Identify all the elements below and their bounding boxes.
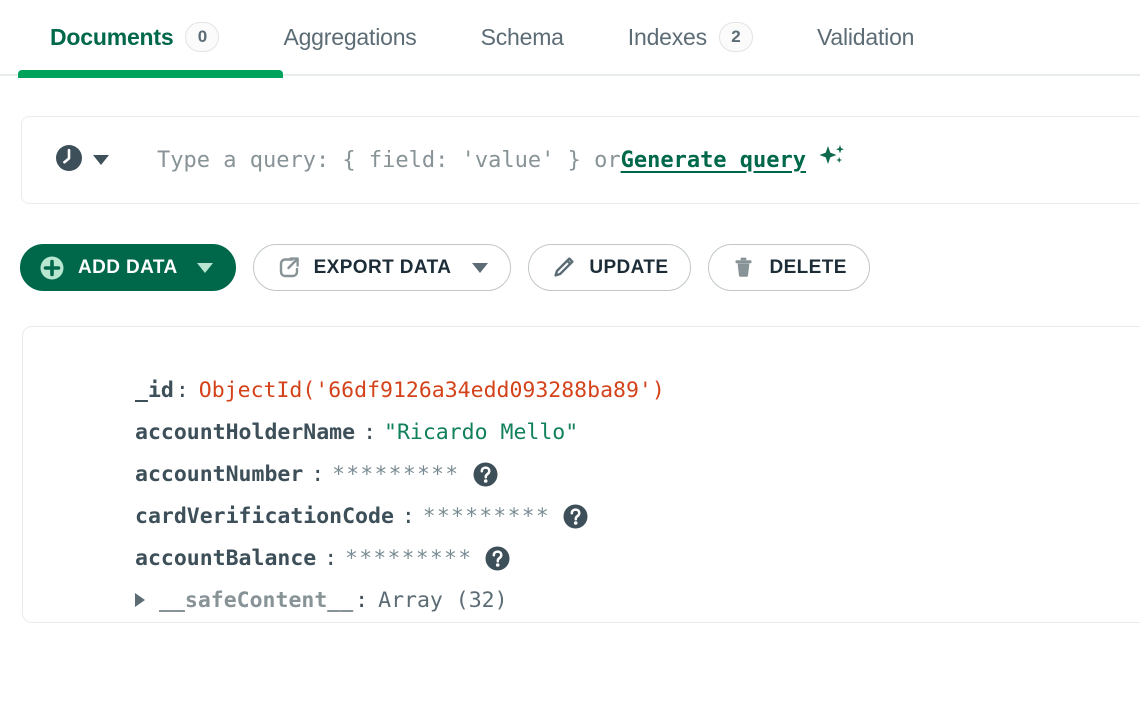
trash-icon: [731, 255, 756, 280]
document-field-row[interactable]: cardVerificationCode: *********: [23, 495, 1140, 537]
tab-documents[interactable]: Documents 0: [18, 0, 251, 74]
field-value-masked: *********: [423, 504, 550, 528]
tab-indexes-label: Indexes: [628, 24, 707, 51]
tab-documents-badge: 0: [185, 22, 219, 52]
tab-schema-label: Schema: [481, 24, 564, 51]
document-field-row[interactable]: accountHolderName: "Ricardo Mello": [23, 411, 1140, 453]
export-icon: [276, 255, 301, 280]
sparkle-icon: [816, 142, 846, 178]
query-input-placeholder[interactable]: Type a query: { field: 'value' } or Gene…: [157, 142, 846, 178]
field-key: __safeContent__: [159, 588, 353, 613]
update-label: UPDATE: [589, 257, 668, 279]
clock-icon: [54, 143, 84, 178]
tab-documents-label: Documents: [50, 24, 173, 51]
tab-validation[interactable]: Validation: [785, 0, 946, 74]
pencil-icon: [551, 255, 576, 280]
collection-tab-bar: Documents 0 Aggregations Schema Indexes …: [0, 0, 1140, 79]
tab-list: Documents 0 Aggregations Schema Indexes …: [18, 0, 946, 74]
document-toolbar: ADD DATA EXPORT DATA UPDATE: [20, 244, 870, 291]
document-card: _id: ObjectId('66df9126a34edd093288ba89'…: [22, 326, 1140, 623]
chevron-down-icon: [472, 263, 488, 273]
delete-button[interactable]: DELETE: [708, 244, 869, 291]
query-history-button[interactable]: [54, 143, 109, 178]
field-key: _id: [135, 378, 174, 403]
field-key: accountNumber: [135, 462, 303, 487]
help-icon[interactable]: [562, 503, 589, 530]
tab-indexes-badge: 2: [719, 22, 753, 52]
document-field-list: _id: ObjectId('66df9126a34edd093288ba89'…: [23, 327, 1140, 621]
field-separator: :: [394, 504, 423, 529]
chevron-down-icon: [197, 263, 213, 273]
add-data-button[interactable]: ADD DATA: [20, 244, 236, 291]
tab-schema[interactable]: Schema: [449, 0, 596, 74]
add-data-label: ADD DATA: [78, 257, 178, 279]
help-icon[interactable]: [472, 461, 499, 488]
field-separator: :: [353, 588, 370, 613]
field-value: Array (32): [378, 588, 507, 613]
delete-label: DELETE: [769, 257, 846, 279]
field-key: accountHolderName: [135, 420, 355, 445]
update-button[interactable]: UPDATE: [528, 244, 691, 291]
help-icon[interactable]: [484, 545, 511, 572]
document-browser-panel: Documents 0 Aggregations Schema Indexes …: [0, 0, 1140, 704]
field-separator: :: [355, 420, 384, 445]
field-value-masked: *********: [345, 546, 472, 570]
tab-indexes[interactable]: Indexes 2: [596, 0, 785, 74]
tab-aggregations-label: Aggregations: [283, 24, 416, 51]
field-value: ObjectId('66df9126a34edd093288ba89'): [199, 378, 665, 403]
expand-array-toggle-icon[interactable]: [135, 593, 145, 607]
query-bar[interactable]: Type a query: { field: 'value' } or Gene…: [21, 116, 1140, 204]
field-separator: :: [174, 378, 191, 403]
export-data-button[interactable]: EXPORT DATA: [253, 244, 512, 291]
document-field-row[interactable]: __safeContent__: Array (32): [23, 579, 1140, 621]
field-key: cardVerificationCode: [135, 504, 394, 529]
field-key: accountBalance: [135, 546, 316, 571]
field-value: "Ricardo Mello": [384, 420, 578, 445]
query-placeholder-text: Type a query: { field: 'value' } or: [157, 148, 621, 173]
chevron-down-icon: [93, 155, 109, 165]
plus-circle-icon: [39, 255, 65, 281]
active-tab-indicator: [18, 70, 283, 78]
document-field-row[interactable]: accountBalance: *********: [23, 537, 1140, 579]
generate-query-link[interactable]: Generate query: [621, 148, 806, 173]
tab-validation-label: Validation: [817, 24, 914, 51]
document-field-row[interactable]: _id: ObjectId('66df9126a34edd093288ba89'…: [23, 369, 1140, 411]
field-separator: :: [303, 462, 332, 487]
tab-aggregations[interactable]: Aggregations: [251, 0, 448, 74]
field-value-masked: *********: [332, 462, 459, 486]
document-field-row[interactable]: accountNumber: *********: [23, 453, 1140, 495]
export-data-label: EXPORT DATA: [314, 257, 452, 279]
field-separator: :: [316, 546, 345, 571]
